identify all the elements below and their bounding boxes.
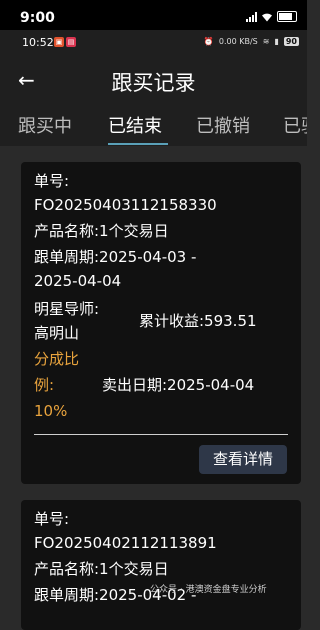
battery-icon <box>277 11 297 22</box>
battery-level: 90 <box>283 37 299 46</box>
order-no-value: FO20250402112113891 <box>34 534 217 552</box>
cumulative-profit: 累计收益:593.51 <box>139 312 257 330</box>
inner-status-time: 10:52 <box>22 36 54 49</box>
network-speed: 0.00 KB/S <box>218 37 258 46</box>
mentor-name: 高明山 <box>34 324 80 342</box>
divider <box>34 434 288 435</box>
tab-cancelled[interactable]: 已撤销 <box>196 112 250 138</box>
sell-date: 卖出日期:2025-04-04 <box>102 376 255 394</box>
order-no-label: 单号: <box>34 172 70 190</box>
app-notification-icon: ▣ <box>54 37 64 47</box>
product-name: 产品名称:1个交易日 <box>34 222 169 240</box>
active-tab-indicator <box>108 143 168 145</box>
share-ratio-value: 10% <box>34 402 68 420</box>
mentor-label: 明星导师: <box>34 300 100 318</box>
tab-bar: 跟买中 已结束 已撤销 已驳 <box>0 106 307 146</box>
app-notification-icon: ▤ <box>66 37 76 47</box>
record-card: 单号: FO20250402112113891 产品名称:1个交易日 跟单周期:… <box>21 500 301 630</box>
view-details-button[interactable]: 查看详情 <box>199 445 287 474</box>
page-title: 跟买记录 <box>111 71 196 95</box>
share-ratio-label: 分成比 <box>34 350 80 368</box>
system-status-bar: 9:00 <box>0 0 307 30</box>
alarm-icon: ⏰ <box>203 37 214 46</box>
wifi-icon <box>262 13 272 21</box>
inner-status-icons: ⏰ 0.00 KB/S ≋ ▮ 90 <box>204 37 299 46</box>
order-no-label: 单号: <box>34 510 70 528</box>
signal-icon: ▮ <box>274 37 279 46</box>
status-icons <box>246 11 297 22</box>
tab-following[interactable]: 跟买中 <box>18 112 72 138</box>
signal-icon <box>246 11 257 22</box>
wifi-icon: ≋ <box>262 37 270 46</box>
follow-period: 跟单周期:2025-04-03 - <box>34 248 197 266</box>
record-card: 单号: FO20250403112158330 产品名称:1个交易日 跟单周期:… <box>21 162 301 484</box>
tab-rejected[interactable]: 已驳 <box>283 112 307 138</box>
page-header: ← 跟买记录 <box>0 56 307 106</box>
share-ratio-label-2: 例: <box>34 376 55 394</box>
follow-period-end: 2025-04-04 <box>34 272 122 290</box>
status-time: 9:00 <box>20 10 55 26</box>
tab-ended[interactable]: 已结束 <box>108 112 162 138</box>
inner-status-bar: 10:52 ▣ ▤ ⏰ 0.00 KB/S ≋ ▮ 90 <box>0 30 307 56</box>
watermark: 公众号 · 港澳资金盘专业分析 <box>150 585 267 595</box>
product-name: 产品名称:1个交易日 <box>34 560 169 578</box>
order-no-value: FO20250403112158330 <box>34 196 217 214</box>
